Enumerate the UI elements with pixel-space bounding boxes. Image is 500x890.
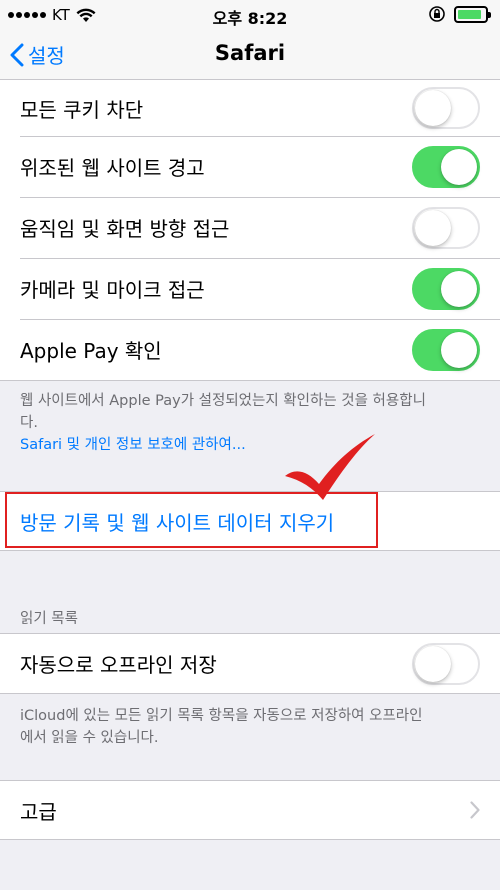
status-time: 오후 8:22 <box>212 9 288 28</box>
reading-list-footer-line1: iCloud에 있는 모든 읽기 목록 항목을 자동으로 저장하여 오프라인 <box>20 708 423 724</box>
advanced-row[interactable]: 고급 <box>0 781 500 839</box>
privacy-footer-line1: 웹 사이트에서 Apple Pay가 설정되었는지 확인하는 것을 허용합니 <box>20 393 426 409</box>
row-motion-orientation-access: 움직임 및 화면 방향 접근 <box>0 197 500 258</box>
toggle-fraudulent-website-warning[interactable] <box>412 145 480 188</box>
toggle-apple-pay-check[interactable] <box>412 328 480 371</box>
clear-history-button[interactable]: 방문 기록 및 웹 사이트 데이터 지우기 <box>0 492 500 550</box>
row-label: 움직임 및 화면 방향 접근 <box>20 217 230 241</box>
clear-history-group: 방문 기록 및 웹 사이트 데이터 지우기 <box>0 491 500 551</box>
row-label: Apple Pay 확인 <box>20 339 162 363</box>
rotation-lock-icon <box>429 6 445 22</box>
toggle-block-all-cookies[interactable] <box>412 87 480 129</box>
row-label: 모든 쿠키 차단 <box>20 97 144 122</box>
status-right <box>428 5 491 23</box>
navigation-bar: 설정 Safari <box>0 30 500 80</box>
reading-list-group: 자동으로 오프라인 저장 <box>0 633 500 694</box>
privacy-about-link[interactable]: Safari 및 개인 정보 보호에 관하여... <box>20 434 480 456</box>
row-auto-save-offline: 자동으로 오프라인 저장 <box>0 634 500 693</box>
privacy-settings-group: 모든 쿠키 차단 위조된 웹 사이트 경고 움직임 및 화면 방향 접근 카메라… <box>0 80 500 381</box>
row-block-all-cookies: 모든 쿠키 차단 <box>0 80 500 136</box>
privacy-footer-line2: 다. <box>20 415 38 431</box>
row-apple-pay-check: Apple Pay 확인 <box>0 319 500 380</box>
page-title: Safari <box>214 41 286 65</box>
row-label: 위조된 웹 사이트 경고 <box>20 156 205 180</box>
reading-list-header: 읽기 목록 <box>20 611 78 627</box>
advanced-label: 고급 <box>20 799 57 824</box>
toggle-camera-microphone-access[interactable] <box>412 267 480 310</box>
battery-icon <box>454 5 491 23</box>
privacy-footer: 웹 사이트에서 Apple Pay가 설정되었는지 확인하는 것을 허용합니 다… <box>20 390 480 456</box>
advanced-group: 고급 <box>0 780 500 840</box>
toggle-auto-save-offline[interactable] <box>412 642 480 685</box>
reading-list-footer-line2: 에서 읽을 수 있습니다. <box>20 730 159 746</box>
row-fraudulent-website-warning: 위조된 웹 사이트 경고 <box>0 136 500 197</box>
chevron-right-icon <box>470 801 480 819</box>
toggle-motion-orientation-access[interactable] <box>412 206 480 249</box>
row-label: 자동으로 오프라인 저장 <box>20 653 217 677</box>
status-bar: KT 오후 8:22 <box>0 0 500 30</box>
row-label: 카메라 및 마이크 접근 <box>20 278 205 302</box>
row-camera-microphone-access: 카메라 및 마이크 접근 <box>0 258 500 319</box>
reading-list-footer: iCloud에 있는 모든 읽기 목록 항목을 자동으로 저장하여 오프라인 에… <box>20 705 480 749</box>
